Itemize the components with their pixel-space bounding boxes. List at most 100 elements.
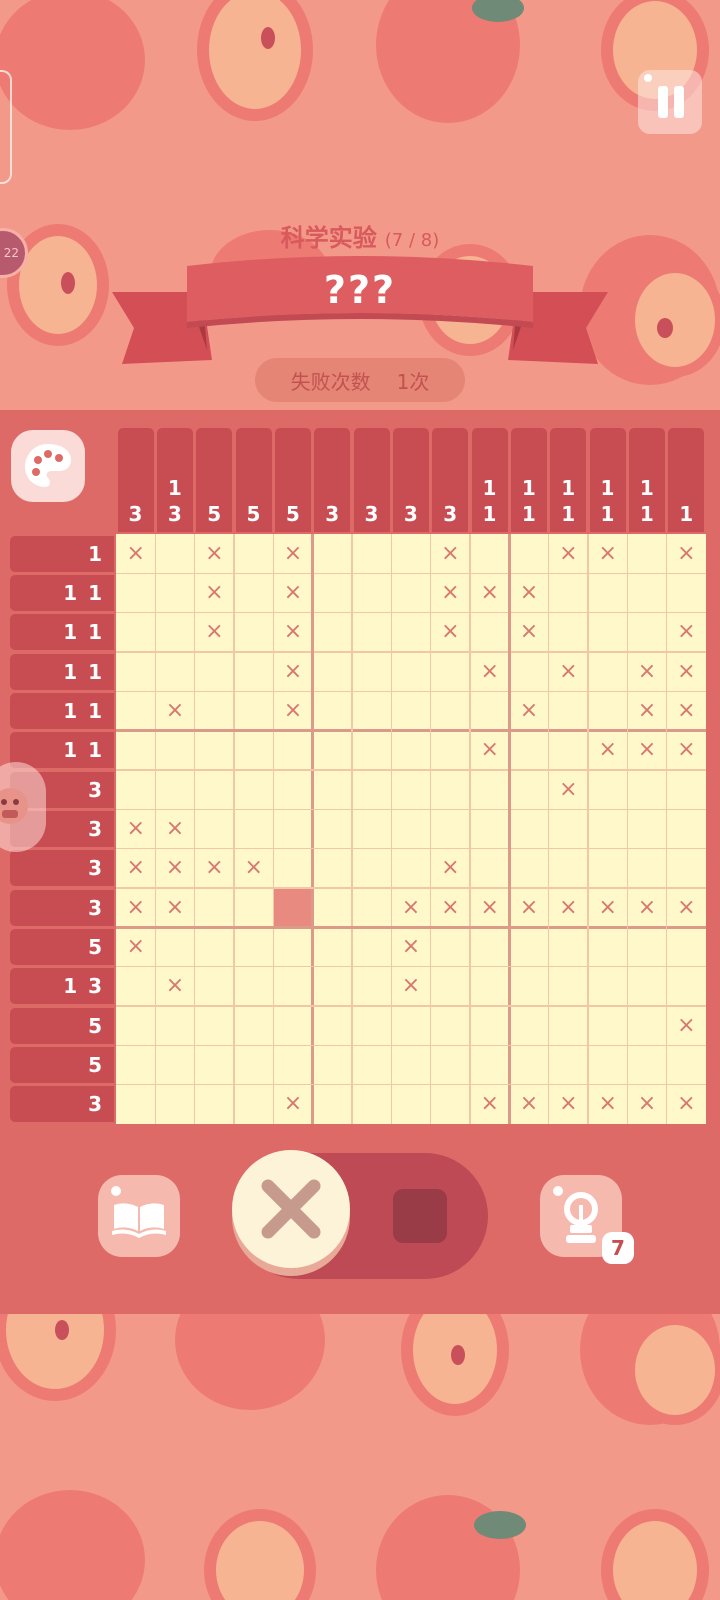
cell-empty[interactable] (509, 809, 548, 848)
pause-button[interactable] (638, 70, 702, 134)
cell-empty[interactable] (234, 1045, 273, 1084)
cell-empty[interactable] (352, 1085, 391, 1124)
cell-empty[interactable] (627, 1045, 666, 1084)
cell-crossed[interactable] (667, 888, 707, 928)
cell-empty[interactable] (234, 927, 273, 966)
cell-crossed[interactable] (391, 967, 431, 1007)
cell-empty[interactable] (155, 770, 194, 809)
cell-crossed[interactable] (155, 967, 195, 1007)
cell-crossed[interactable] (667, 652, 707, 692)
cell-empty[interactable] (313, 927, 352, 966)
cell-empty[interactable] (431, 652, 470, 691)
cell-empty[interactable] (549, 613, 588, 652)
cell-empty[interactable] (431, 731, 470, 770)
cell-empty[interactable] (155, 731, 194, 770)
cell-empty[interactable] (627, 927, 666, 966)
cell-empty[interactable] (509, 967, 548, 1006)
cell-empty[interactable] (431, 770, 470, 809)
cell-crossed[interactable] (195, 573, 235, 613)
cell-empty[interactable] (391, 613, 430, 652)
cell-empty[interactable] (234, 888, 273, 927)
cell-empty[interactable] (431, 1006, 470, 1045)
cell-empty[interactable] (470, 849, 509, 888)
cell-crossed[interactable] (667, 691, 707, 731)
cell-crossed[interactable] (273, 691, 313, 731)
cell-empty[interactable] (588, 613, 627, 652)
cell-crossed[interactable] (667, 534, 707, 574)
cell-empty[interactable] (588, 652, 627, 691)
cell-empty[interactable] (116, 1045, 155, 1084)
cell-empty[interactable] (627, 809, 666, 848)
cell-empty[interactable] (195, 809, 234, 848)
cell-empty[interactable] (549, 849, 588, 888)
cell-empty[interactable] (313, 1085, 352, 1124)
cell-crossed[interactable] (273, 1085, 313, 1125)
cell-empty[interactable] (155, 1045, 194, 1084)
cell-crossed[interactable] (431, 534, 471, 574)
cell-empty[interactable] (273, 967, 312, 1006)
cell-crossed[interactable] (116, 809, 156, 849)
cell-crossed[interactable] (549, 534, 589, 574)
cell-crossed[interactable] (549, 770, 589, 810)
cell-empty[interactable] (352, 849, 391, 888)
cell-crossed[interactable] (549, 888, 589, 928)
cell-crossed[interactable] (234, 849, 274, 889)
cell-empty[interactable] (667, 967, 706, 1006)
cell-empty[interactable] (155, 1085, 194, 1124)
cell-empty[interactable] (273, 809, 312, 848)
cell-crossed[interactable] (155, 888, 195, 928)
cell-crossed[interactable] (273, 534, 313, 574)
puzzle-grid[interactable] (116, 534, 706, 1124)
cell-empty[interactable] (549, 691, 588, 730)
cell-empty[interactable] (116, 967, 155, 1006)
cell-empty[interactable] (273, 731, 312, 770)
cell-crossed[interactable] (273, 613, 313, 653)
cell-empty[interactable] (588, 927, 627, 966)
cell-empty[interactable] (431, 1045, 470, 1084)
cell-empty[interactable] (352, 652, 391, 691)
cell-empty[interactable] (509, 652, 548, 691)
palette-button[interactable] (11, 430, 85, 502)
cell-crossed[interactable] (627, 691, 667, 731)
cell-empty[interactable] (588, 573, 627, 612)
cell-empty[interactable] (116, 613, 155, 652)
cell-empty[interactable] (588, 1045, 627, 1084)
cell-empty[interactable] (352, 1006, 391, 1045)
cell-empty[interactable] (627, 967, 666, 1006)
cell-crossed[interactable] (431, 613, 471, 653)
cell-empty[interactable] (352, 927, 391, 966)
cell-empty[interactable] (195, 1045, 234, 1084)
cell-empty[interactable] (313, 731, 352, 770)
cell-empty[interactable] (391, 1085, 430, 1124)
cell-crossed[interactable] (431, 849, 471, 889)
cell-empty[interactable] (588, 967, 627, 1006)
cell-empty[interactable] (116, 573, 155, 612)
cell-empty[interactable] (391, 1045, 430, 1084)
cell-empty[interactable] (352, 1045, 391, 1084)
cell-empty[interactable] (155, 613, 194, 652)
cell-empty[interactable] (195, 888, 234, 927)
cell-crossed[interactable] (470, 731, 510, 771)
cell-empty[interactable] (391, 770, 430, 809)
cell-empty[interactable] (195, 1006, 234, 1045)
cell-empty[interactable] (667, 573, 706, 612)
cell-empty[interactable] (234, 573, 273, 612)
cell-empty[interactable] (352, 613, 391, 652)
cell-empty[interactable] (234, 534, 273, 573)
cell-empty[interactable] (470, 1045, 509, 1084)
cell-crossed[interactable] (155, 849, 195, 889)
side-tab[interactable] (0, 70, 12, 184)
cell-empty[interactable] (509, 849, 548, 888)
cell-empty[interactable] (627, 613, 666, 652)
cell-crossed[interactable] (195, 534, 235, 574)
book-button[interactable] (98, 1175, 180, 1257)
cell-empty[interactable] (509, 927, 548, 966)
cell-empty[interactable] (273, 1045, 312, 1084)
cell-crossed[interactable] (627, 652, 667, 692)
cell-empty[interactable] (352, 573, 391, 612)
cell-empty[interactable] (549, 731, 588, 770)
cell-empty[interactable] (627, 534, 666, 573)
cell-empty[interactable] (549, 927, 588, 966)
cell-empty[interactable] (234, 613, 273, 652)
cell-crossed[interactable] (509, 613, 549, 653)
